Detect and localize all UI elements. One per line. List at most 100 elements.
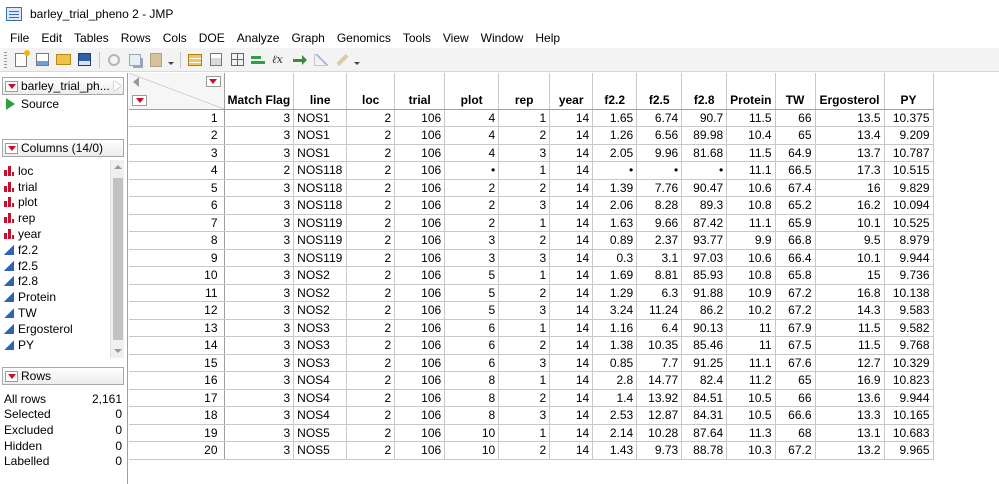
table-cell[interactable]: 67.4: [775, 179, 816, 197]
table-cell[interactable]: 10.094: [884, 196, 934, 215]
table-cell[interactable]: 2: [346, 301, 396, 320]
table-row[interactable]: 15 3 NOS3 2 106 6 3 14 0.85 7.7 91.25 11.1 67.6 12.7 1…: [129, 354, 934, 372]
table-cell[interactable]: 97.03: [681, 249, 728, 267]
table-cell[interactable]: 3: [224, 196, 295, 215]
table-cell[interactable]: 3.24: [592, 301, 638, 320]
table-cell[interactable]: 15: [815, 266, 885, 285]
table-cell[interactable]: 87.42: [681, 214, 728, 232]
table-cell[interactable]: 85.93: [681, 266, 728, 285]
table-cell[interactable]: 2: [346, 161, 396, 180]
table-cell[interactable]: 10.8: [726, 196, 776, 215]
table-row[interactable]: 5 3 NOS118 2 106 2 2 14 1.39 7.76 90.47 10.6 67.4 16 9…: [129, 179, 934, 197]
table-cell[interactable]: 10.5: [726, 389, 776, 407]
table-cell[interactable]: 10.6: [726, 249, 776, 267]
table-cell[interactable]: 1.39: [592, 179, 638, 197]
table-cell[interactable]: 2: [346, 389, 396, 407]
table-cell[interactable]: 1: [498, 371, 551, 390]
table-cell[interactable]: 10.823: [884, 371, 934, 390]
table-cell[interactable]: 3: [224, 179, 295, 197]
table-cell[interactable]: 8: [444, 406, 500, 425]
table-cell[interactable]: 10: [444, 424, 500, 442]
table-cell[interactable]: NOS4: [293, 389, 348, 407]
table-row[interactable]: 9 3 NOS119 2 106 3 3 14 0.3 3.1 97.03 10.6 66.4 10.1 9…: [129, 249, 934, 267]
table-row[interactable]: 17 3 NOS4 2 106 8 2 14 1.4 13.92 84.51 10.5 66 13.6 9.…: [129, 389, 934, 407]
table-cell[interactable]: 14: [549, 354, 594, 372]
table-cell[interactable]: 14: [549, 144, 594, 162]
table-row[interactable]: 11 3 NOS2 2 106 5 2 14 1.29 6.3 91.88 10.9 67.2 16.8 1…: [129, 284, 934, 302]
table-cell[interactable]: 89.98: [681, 126, 728, 145]
table-cell[interactable]: 9.66: [636, 214, 683, 232]
table-cell[interactable]: 8.979: [884, 231, 934, 250]
table-cell[interactable]: 2: [346, 354, 396, 372]
table-cell[interactable]: 66: [775, 109, 816, 127]
column-header[interactable]: line: [293, 73, 348, 110]
column-header[interactable]: year: [549, 73, 594, 110]
row-number[interactable]: 10: [129, 266, 225, 285]
toolbar-grip[interactable]: [4, 51, 7, 68]
table-cell[interactable]: 90.13: [681, 319, 728, 337]
table-cell[interactable]: 0.85: [592, 354, 638, 372]
table-cell[interactable]: NOS2: [293, 301, 348, 320]
column-header[interactable]: f2.2: [592, 73, 638, 110]
table-cell[interactable]: 14: [549, 179, 594, 197]
table-cell[interactable]: 3: [224, 266, 295, 285]
table-cell[interactable]: 5: [444, 266, 500, 285]
table-cell[interactable]: •: [444, 161, 500, 180]
table-cell[interactable]: 12.7: [815, 354, 885, 372]
table-cell[interactable]: 9.768: [884, 336, 934, 355]
table-cell[interactable]: 10.9: [726, 284, 776, 302]
table-cell[interactable]: 10.3: [726, 441, 776, 460]
table-cell[interactable]: 6.4: [636, 319, 683, 337]
table-cell[interactable]: 3: [224, 441, 295, 460]
table-cell[interactable]: 13.1: [815, 424, 885, 442]
table-cell[interactable]: NOS119: [293, 231, 348, 250]
table-row[interactable]: 18 3 NOS4 2 106 8 3 14 2.53 12.87 84.31 10.5 66.6 13.…: [129, 406, 934, 425]
row-number[interactable]: 12: [129, 301, 225, 320]
scroll-thumb[interactable]: [113, 178, 123, 340]
table-cell[interactable]: 106: [394, 144, 446, 162]
row-number[interactable]: 6: [129, 196, 225, 215]
table-cell[interactable]: 2: [346, 179, 396, 197]
table-cell[interactable]: 1.69: [592, 266, 638, 285]
table-cell[interactable]: 4: [444, 144, 500, 162]
row-red-triangle-icon[interactable]: [132, 94, 147, 106]
table-row[interactable]: 4 2 NOS118 2 106 • 1 14 • • • 11.1 66.5 17.3 10.515: [129, 161, 934, 180]
table-row[interactable]: 2 3 NOS1 2 106 4 2 14 1.26 6.56 89.98 10.4 65 13.4 9.2…: [129, 126, 934, 145]
table-cell[interactable]: 10: [444, 441, 500, 460]
column-item[interactable]: year: [4, 226, 108, 242]
table-cell[interactable]: NOS3: [293, 319, 348, 337]
table-cell[interactable]: 14: [549, 196, 594, 215]
menu-file[interactable]: File: [4, 28, 35, 48]
table-cell[interactable]: 1: [498, 266, 551, 285]
table-cell[interactable]: 65.2: [775, 196, 816, 215]
table-cell[interactable]: 106: [394, 301, 446, 320]
table-cell[interactable]: 14: [549, 249, 594, 267]
table-cell[interactable]: 10.375: [884, 109, 934, 127]
table-cell[interactable]: 14: [549, 214, 594, 232]
table-cell[interactable]: 3: [224, 406, 295, 425]
table-cell[interactable]: NOS119: [293, 249, 348, 267]
table-cell[interactable]: 67.2: [775, 441, 816, 460]
table-cell[interactable]: NOS119: [293, 214, 348, 232]
toolbar-overflow[interactable]: [353, 51, 361, 69]
paste-button[interactable]: [146, 51, 166, 69]
column-item[interactable]: trial: [4, 179, 108, 195]
table-cell[interactable]: 65: [775, 371, 816, 390]
menu-edit[interactable]: Edit: [35, 28, 68, 48]
table-cell[interactable]: 11.5: [815, 319, 885, 337]
table-cell[interactable]: 1: [498, 424, 551, 442]
table-cell[interactable]: •: [681, 161, 728, 180]
table-cell[interactable]: •: [636, 161, 683, 180]
row-number[interactable]: 16: [129, 371, 225, 390]
table-cell[interactable]: 3: [224, 319, 295, 337]
table-cell[interactable]: 1.65: [592, 109, 638, 127]
table-row[interactable]: 6 3 NOS118 2 106 2 3 14 2.06 8.28 89.3 10.8 65.2 16.2…: [129, 196, 934, 215]
table-cell[interactable]: 10.787: [884, 144, 934, 162]
table-cell[interactable]: 106: [394, 179, 446, 197]
row-number[interactable]: 7: [129, 214, 225, 232]
table-cell[interactable]: 106: [394, 231, 446, 250]
column-item[interactable]: Protein: [4, 289, 108, 305]
table-cell[interactable]: 6: [444, 354, 500, 372]
table-cell[interactable]: 6: [444, 336, 500, 355]
table-cell[interactable]: 2: [498, 231, 551, 250]
